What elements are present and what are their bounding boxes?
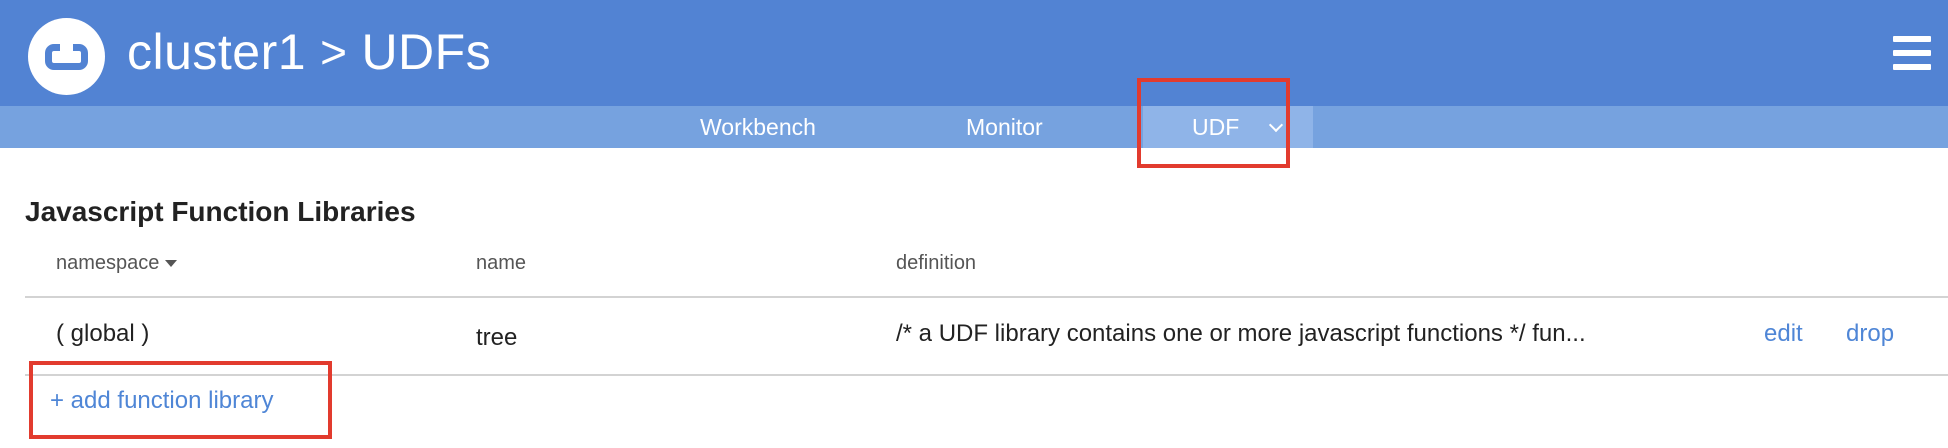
row-definition: /* a UDF library contains one or more ja… bbox=[896, 320, 1586, 347]
breadcrumb-separator: > bbox=[320, 26, 348, 78]
column-header-definition: definition bbox=[896, 252, 977, 274]
column-header-namespace-label: namespace bbox=[56, 252, 160, 274]
column-header-name: name bbox=[476, 252, 527, 274]
section-title: Javascript Function Libraries bbox=[25, 196, 416, 227]
sub-navigation: Workbench Monitor UDF bbox=[0, 106, 1948, 148]
drop-library-link[interactable]: drop bbox=[1846, 320, 1894, 348]
table-divider bbox=[25, 296, 1948, 298]
tab-workbench[interactable]: Workbench bbox=[700, 106, 816, 148]
header-bar: cluster1 > UDFs bbox=[0, 0, 1948, 106]
row-namespace: ( global ) bbox=[56, 320, 150, 347]
row-name: tree bbox=[476, 324, 518, 351]
hamburger-menu-icon[interactable] bbox=[1893, 36, 1931, 70]
logo-glyph bbox=[45, 44, 88, 70]
sort-down-icon bbox=[165, 260, 178, 268]
column-header-namespace[interactable]: namespace bbox=[56, 252, 178, 275]
table-divider bbox=[25, 374, 1948, 376]
tab-monitor[interactable]: Monitor bbox=[966, 106, 1043, 148]
breadcrumb-cluster[interactable]: cluster1 bbox=[127, 23, 306, 81]
breadcrumb: cluster1 > UDFs bbox=[127, 22, 491, 82]
add-function-library-link[interactable]: + add function library bbox=[50, 387, 273, 415]
page-title: UDFs bbox=[361, 24, 492, 80]
edit-library-link[interactable]: edit bbox=[1764, 320, 1803, 348]
couchbase-logo-icon[interactable] bbox=[28, 18, 105, 95]
tab-udf[interactable]: UDF bbox=[1192, 106, 1239, 148]
